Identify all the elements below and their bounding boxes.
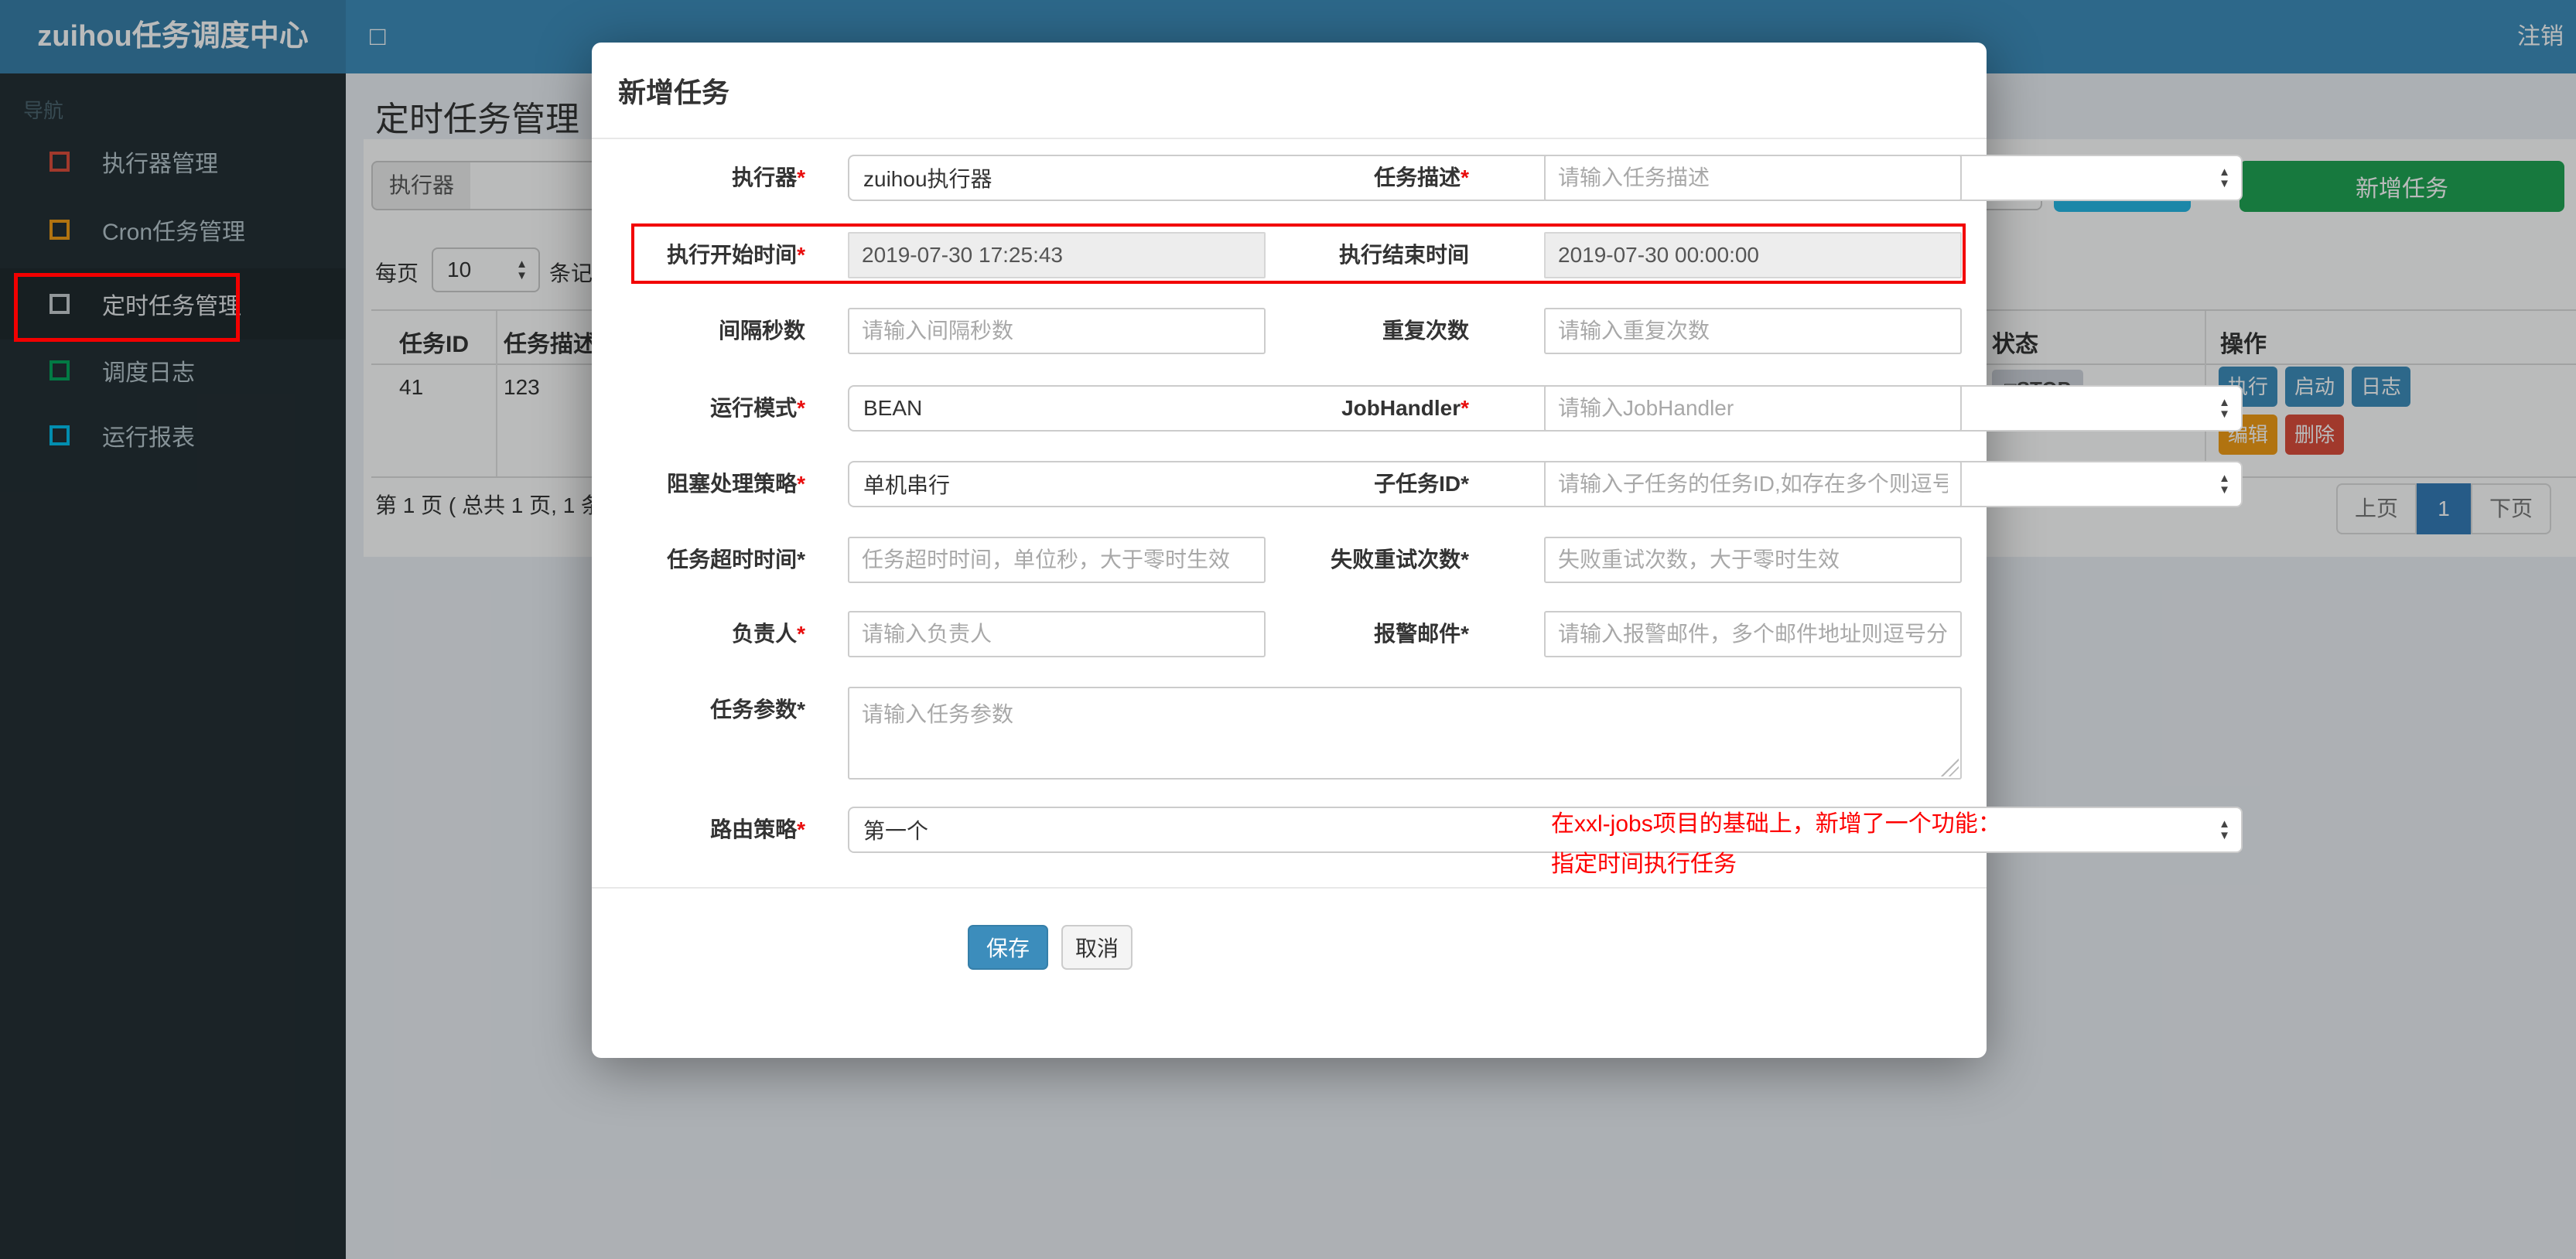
- route-strategy-select[interactable]: 第一个 ▲ ▼: [848, 807, 2243, 853]
- modal-header-divider: [592, 138, 1987, 139]
- modal-title: 新增任务: [618, 77, 730, 108]
- fail-retry-label: 失败重试次数*: [1331, 548, 1469, 571]
- start-time-input[interactable]: [848, 232, 1266, 278]
- modal-footer-divider: [592, 887, 1987, 889]
- glue-type-label: 运行模式*: [710, 396, 805, 420]
- select-arrows-icon: ▲ ▼: [2219, 817, 2230, 842]
- select-arrows-icon: ▲ ▼: [2219, 396, 2230, 421]
- fail-retry-input[interactable]: [1544, 537, 1962, 583]
- block-strategy-label: 阻塞处理策略*: [667, 472, 805, 496]
- app-window: zuihou任务调度中心 □ 注销 导航 执行器管理 Cron任务管理 定时任务…: [0, 0, 2576, 1259]
- start-time-label: 执行开始时间*: [667, 243, 805, 267]
- task-desc-input[interactable]: [1544, 155, 1962, 201]
- repeat-label: 重复次数: [1382, 319, 1469, 343]
- route-strategy-label: 路由策略*: [710, 817, 805, 841]
- select-arrows-icon: ▲ ▼: [2219, 472, 2230, 496]
- task-desc-label: 任务描述*: [1374, 165, 1469, 189]
- author-label: 负责人*: [732, 622, 805, 646]
- executor-label: 执行器*: [732, 165, 805, 189]
- repeat-input[interactable]: [1544, 308, 1962, 354]
- alarm-email-input[interactable]: [1544, 611, 1962, 657]
- cancel-button[interactable]: 取消: [1061, 925, 1133, 970]
- alarm-email-label: 报警邮件*: [1374, 622, 1469, 646]
- add-task-modal: 新增任务 执行器* zuihou执行器 ▲▼ 任务描述* 执行开始时间* 执行结…: [592, 43, 2243, 1058]
- save-button[interactable]: 保存: [968, 925, 1048, 970]
- child-jobid-input[interactable]: [1544, 461, 1962, 507]
- red-note-line2: 指定时间执行任务: [1551, 851, 1737, 877]
- end-time-input[interactable]: [1544, 232, 1962, 278]
- red-note-text: 在xxl-jobs项目的基础上，新增了一个功能： 指定时间执行任务: [1551, 804, 2001, 885]
- interval-input[interactable]: [848, 308, 1266, 354]
- interval-label: 间隔秒数: [718, 319, 805, 343]
- child-jobid-label: 子任务ID*: [1374, 472, 1469, 496]
- textarea-resize-handle[interactable]: [1940, 758, 1959, 776]
- author-input[interactable]: [848, 611, 1266, 657]
- select-arrows-icon: ▲ ▼: [2219, 165, 2230, 190]
- job-param-textarea[interactable]: [848, 687, 1962, 780]
- timeout-input[interactable]: [848, 537, 1266, 583]
- job-param-label: 任务参数*: [710, 698, 805, 722]
- job-handler-label: JobHandler*: [1341, 396, 1469, 420]
- red-note-line1: 在xxl-jobs项目的基础上，新增了一个功能：: [1551, 811, 2001, 837]
- timeout-label: 任务超时时间*: [667, 548, 805, 571]
- end-time-label: 执行结束时间: [1338, 243, 1469, 267]
- job-handler-input[interactable]: [1544, 385, 1962, 432]
